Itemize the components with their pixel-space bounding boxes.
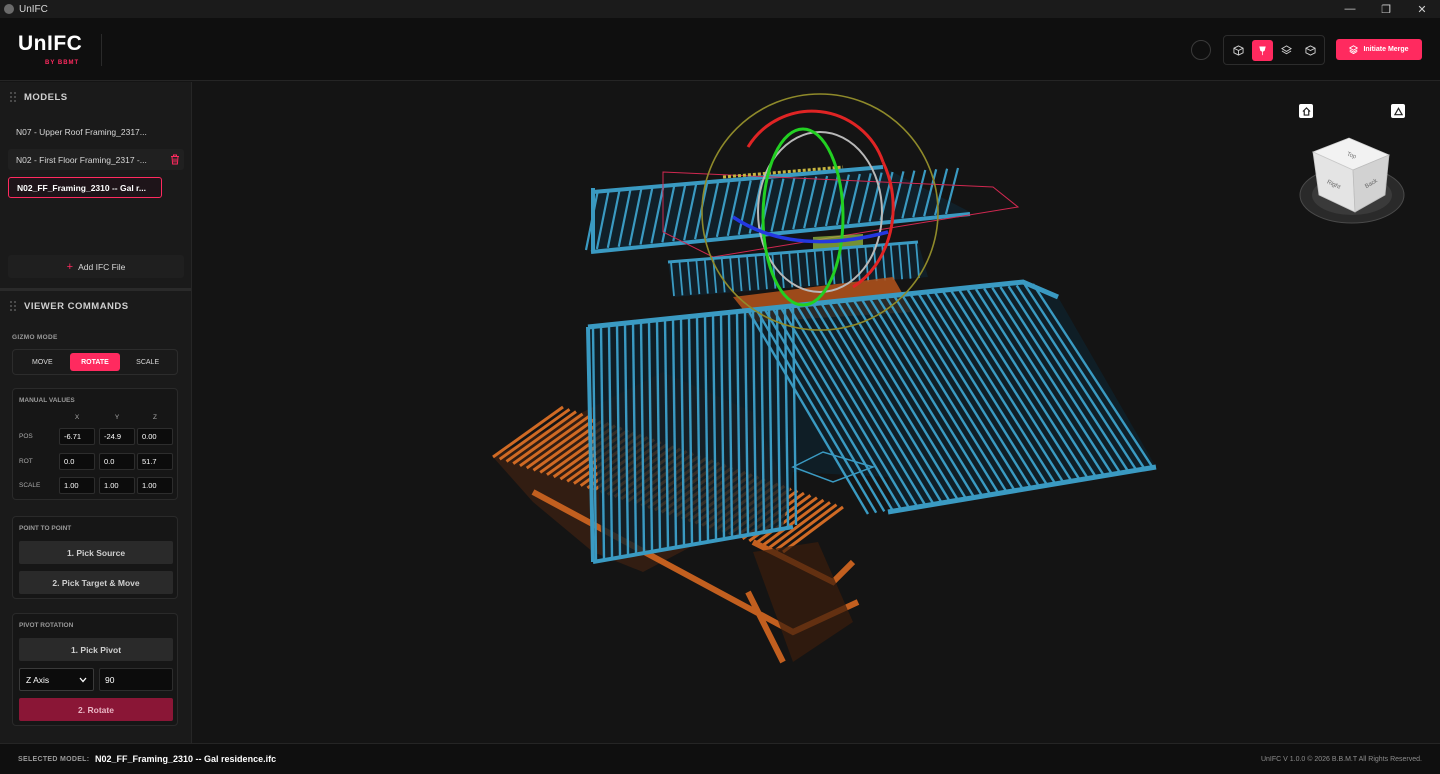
model-item-label: N07 - Upper Roof Framing_2317...	[16, 126, 147, 137]
point-to-point-label: POINT TO POINT	[19, 525, 72, 532]
view-cube-icon[interactable]	[1228, 40, 1249, 61]
initiate-merge-button[interactable]: Initiate Merge	[1336, 39, 1422, 60]
status-indicator[interactable]	[1191, 40, 1211, 60]
window-titlebar: UnIFC — ❐ ✕	[0, 0, 1440, 18]
pivot-rotation-card: PIVOT ROTATION 1. Pick Pivot Z Axis 90 2…	[12, 613, 178, 726]
gizmo-mode-label: GIZMO MODE	[12, 334, 58, 341]
close-button[interactable]: ✕	[1404, 0, 1440, 18]
sidebar: MODELS N07 - Upper Roof Framing_2317... …	[0, 82, 192, 743]
model-item-label: N02_FF_Framing_2310 -- Gal r...	[17, 182, 146, 193]
pos-z-input[interactable]: 0.00	[137, 428, 173, 445]
minimize-button[interactable]: —	[1332, 0, 1368, 18]
status-bar: SELECTED MODEL: N02_FF_Framing_2310 -- G…	[0, 743, 1440, 774]
home-icon[interactable]	[1299, 104, 1313, 118]
view-pin-icon[interactable]	[1252, 39, 1273, 61]
point-to-point-card: POINT TO POINT 1. Pick Source 2. Pick Ta…	[12, 516, 178, 599]
gizmo-mode-group: MOVE ROTATE SCALE	[12, 349, 178, 375]
axis-select[interactable]: Z Axis	[19, 668, 94, 691]
app-header: UnIFC BY BBMT Initiate Merge	[0, 18, 1440, 81]
scale-z-input[interactable]: 1.00	[137, 477, 173, 494]
view-layers-icon[interactable]	[1276, 40, 1297, 61]
gizmo-rotate-button[interactable]: ROTATE	[69, 353, 120, 371]
viewer-commands-panel: VIEWER COMMANDS GIZMO MODE MOVE ROTATE S…	[0, 291, 191, 743]
pick-pivot-button[interactable]: 1. Pick Pivot	[19, 638, 173, 661]
manual-values-label: MANUAL VALUES	[19, 397, 75, 404]
window-controls: — ❐ ✕	[1332, 0, 1440, 18]
axis-select-value: Z Axis	[26, 674, 50, 685]
model-item-label: N02 - First Floor Framing_2317 -...	[16, 154, 147, 165]
trash-icon[interactable]	[170, 154, 180, 165]
pick-source-button[interactable]: 1. Pick Source	[19, 541, 173, 564]
add-ifc-label: Add IFC File	[78, 261, 126, 272]
pos-label: POS	[19, 433, 33, 440]
logo-sub: BY BBMT	[45, 60, 80, 66]
gizmo-move-button[interactable]: MOVE	[17, 353, 67, 371]
view-cube[interactable]: Top Right Back	[1293, 120, 1413, 230]
pos-x-input[interactable]: -6.71	[59, 428, 95, 445]
logo-name: UnIFC	[18, 32, 83, 55]
scale-y-input[interactable]: 1.00	[99, 477, 135, 494]
angle-input[interactable]: 90	[99, 668, 173, 691]
rotate-button[interactable]: 2. Rotate	[19, 698, 173, 721]
plus-icon: +	[66, 260, 74, 273]
view-box-icon[interactable]	[1300, 40, 1321, 61]
selected-model-label: SELECTED MODEL:	[18, 756, 90, 763]
app-icon	[4, 4, 14, 14]
view-mode-group	[1223, 35, 1325, 65]
chevron-down-icon	[79, 677, 87, 682]
rot-z-input[interactable]: 51.7	[137, 453, 173, 470]
first-floor-framing	[586, 279, 1157, 564]
axis-y-label: Y	[114, 414, 120, 421]
viewer-commands-title: VIEWER COMMANDS	[24, 300, 129, 312]
maximize-button[interactable]: ❐	[1368, 0, 1404, 18]
viewer-commands-header: VIEWER COMMANDS	[0, 291, 191, 321]
triangle-up-icon[interactable]	[1391, 104, 1405, 118]
model-item-selected[interactable]: N02_FF_Framing_2310 -- Gal r...	[8, 177, 162, 198]
logo: UnIFC BY BBMT	[18, 32, 83, 66]
rot-x-input[interactable]: 0.0	[59, 453, 95, 470]
copyright-text: UnIFC V 1.0.0 © 2026 B.B.M.T All Rights …	[1260, 756, 1422, 763]
upper-roof-framing	[584, 165, 1020, 258]
selected-model-value: N02_FF_Framing_2310 -- Gal residence.ifc	[95, 754, 277, 764]
pick-target-button[interactable]: 2. Pick Target & Move	[19, 571, 173, 594]
axis-x-label: X	[74, 414, 80, 421]
pos-y-input[interactable]: -24.9	[99, 428, 135, 445]
3d-viewport[interactable]: Top Right Back	[193, 82, 1440, 743]
models-header: MODELS	[0, 82, 191, 112]
models-title: MODELS	[24, 91, 68, 103]
manual-values-card: MANUAL VALUES X Y Z POS -6.71 -24.9 0.00…	[12, 388, 178, 500]
window-title: UnIFC	[19, 3, 48, 15]
axis-z-label: Z	[153, 414, 157, 421]
drag-grip-icon[interactable]	[10, 92, 16, 102]
rot-label: ROT	[19, 458, 33, 465]
header-divider	[101, 34, 102, 66]
rot-y-input[interactable]: 0.0	[99, 453, 135, 470]
models-panel: MODELS N07 - Upper Roof Framing_2317... …	[0, 82, 191, 288]
gizmo-scale-button[interactable]: SCALE	[123, 353, 173, 371]
layers-icon	[1349, 45, 1359, 54]
scale-label: SCALE	[19, 482, 41, 489]
add-ifc-file-button[interactable]: + Add IFC File	[8, 255, 184, 278]
drag-grip-icon[interactable]	[10, 301, 16, 311]
model-item[interactable]: N07 - Upper Roof Framing_2317...	[8, 121, 184, 142]
3d-scene[interactable]	[193, 82, 1440, 743]
pivot-rotation-label: PIVOT ROTATION	[19, 622, 74, 629]
model-item[interactable]: N02 - First Floor Framing_2317 -...	[8, 149, 184, 170]
scale-x-input[interactable]: 1.00	[59, 477, 95, 494]
initiate-merge-label: Initiate Merge	[1363, 46, 1409, 53]
